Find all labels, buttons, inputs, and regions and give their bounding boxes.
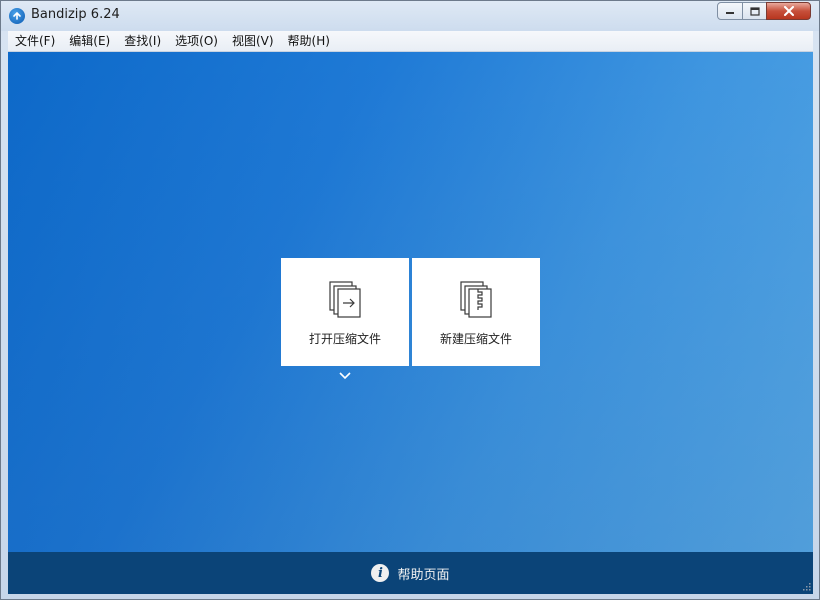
close-button[interactable] — [766, 2, 811, 20]
menu-file[interactable]: 文件(F) — [8, 31, 62, 51]
menu-help[interactable]: 帮助(H) — [281, 31, 337, 51]
title-bar[interactable]: Bandizip 6.24 — [1, 1, 819, 31]
resize-grip-icon[interactable] — [801, 581, 811, 591]
maximize-button[interactable] — [742, 2, 767, 20]
window-title: Bandizip 6.24 — [31, 7, 120, 22]
menu-bar: 文件(F) 编辑(E) 查找(I) 选项(O) 视图(V) 帮助(H) — [8, 31, 813, 52]
maximize-icon — [749, 6, 760, 16]
help-bar[interactable]: i 帮助页面 — [8, 552, 813, 594]
minimize-button[interactable] — [717, 2, 743, 20]
menu-options[interactable]: 选项(O) — [168, 31, 225, 51]
minimize-icon — [726, 12, 734, 14]
menu-view[interactable]: 视图(V) — [225, 31, 281, 51]
close-icon — [783, 6, 794, 16]
new-archive-icon — [460, 281, 492, 318]
background-gradient — [8, 52, 813, 552]
open-archive-icon — [329, 281, 361, 318]
new-archive-button[interactable]: 新建压缩文件 — [412, 258, 540, 366]
new-archive-label: 新建压缩文件 — [439, 332, 512, 346]
open-archive-button[interactable]: 打开压缩文件 — [281, 258, 409, 366]
menu-edit[interactable]: 编辑(E) — [62, 31, 117, 51]
help-page-link[interactable]: 帮助页面 — [397, 564, 449, 583]
start-panel: 打开压缩文件 新建压缩文件 — [8, 52, 813, 552]
info-icon: i — [371, 564, 390, 582]
open-archive-label: 打开压缩文件 — [308, 332, 381, 346]
menu-find[interactable]: 查找(I) — [117, 31, 168, 51]
window-controls — [717, 2, 811, 20]
chevron-down-icon[interactable] — [338, 371, 352, 381]
app-window: Bandizip 6.24 文件(F) 编辑(E) 查找(I) 选项(O) 视图… — [0, 0, 820, 600]
bandizip-logo-icon — [9, 8, 25, 24]
